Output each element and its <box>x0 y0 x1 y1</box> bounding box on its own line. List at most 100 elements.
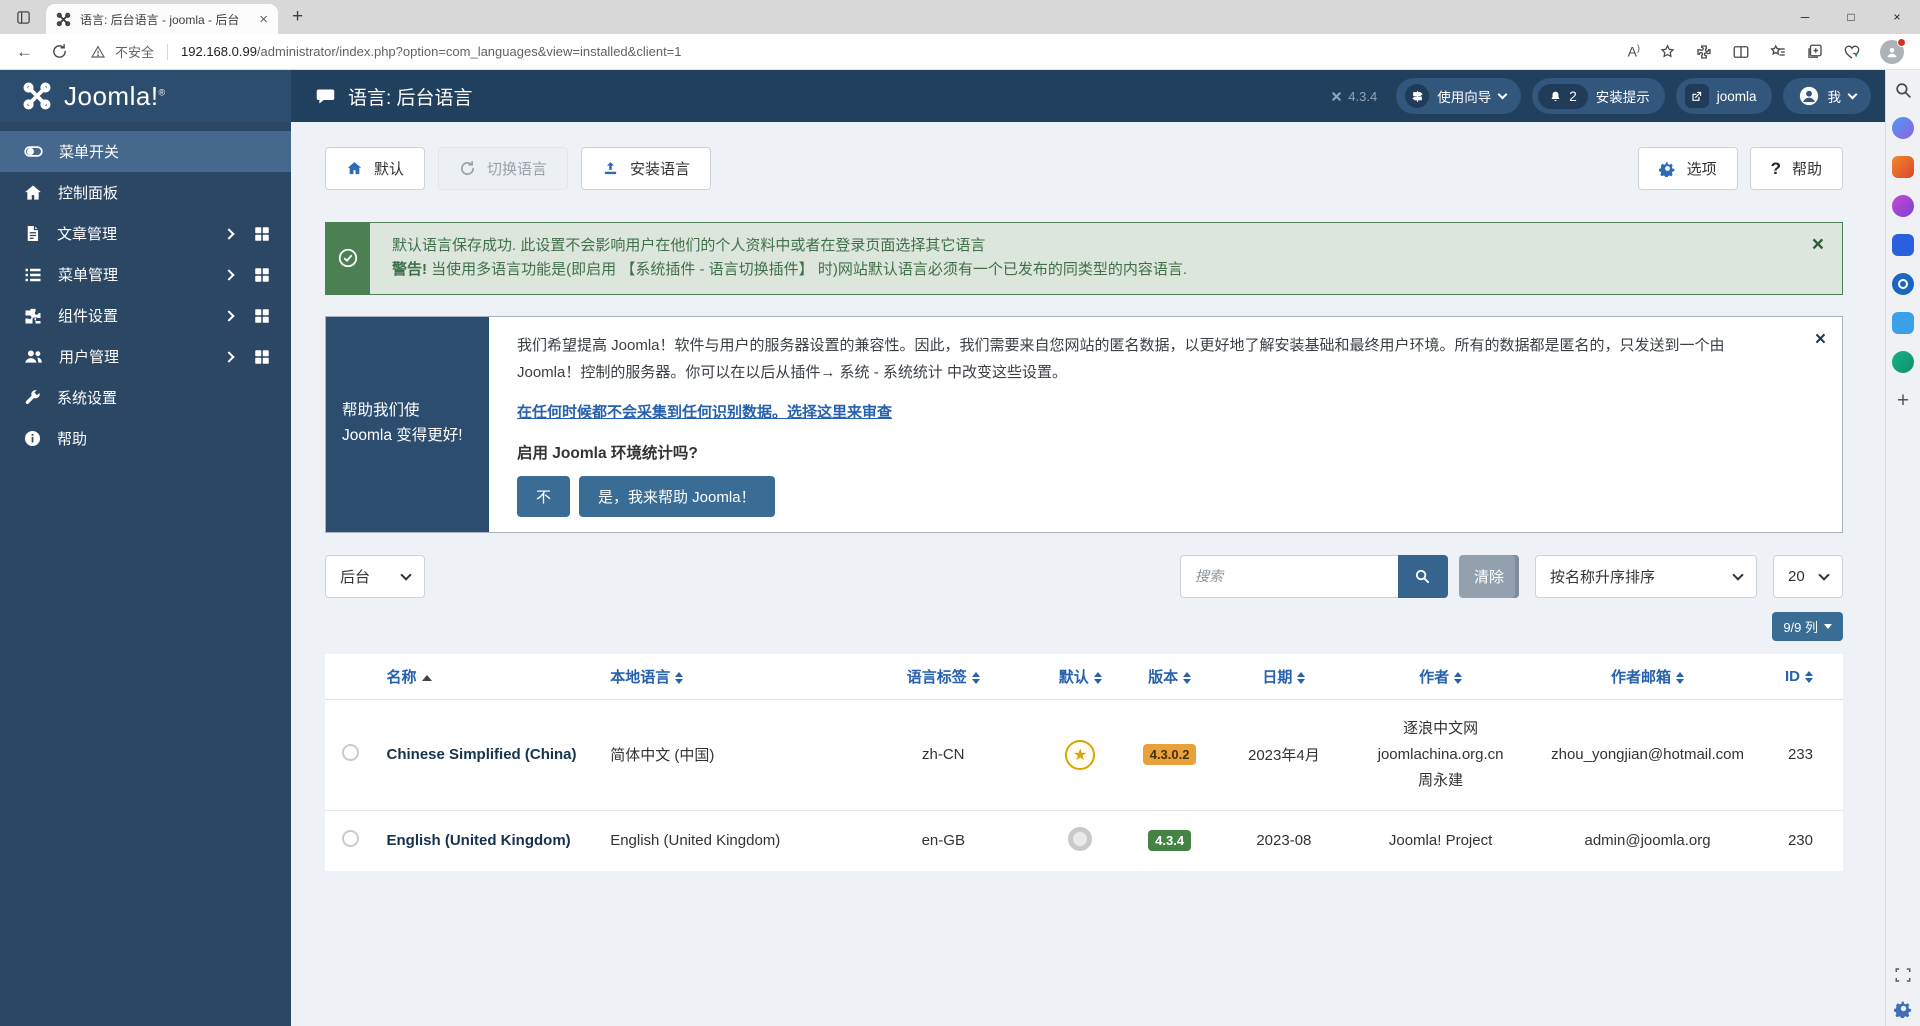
row-radio[interactable] <box>342 830 359 847</box>
set-default-icon[interactable] <box>1068 827 1092 851</box>
new-tab-button[interactable]: + <box>292 0 303 34</box>
user-menu-button[interactable]: 我 <box>1783 78 1872 114</box>
chevron-down-icon <box>1732 569 1743 580</box>
language-date: 2023-08 <box>1207 810 1361 871</box>
stats-consent-panel: 帮助我们使 Joomla 变得更好! 我们希望提高 Joomla！软件与用户的服… <box>325 316 1843 533</box>
microsoft-365-icon[interactable] <box>1892 234 1914 256</box>
bell-icon <box>1549 90 1562 103</box>
sidebar-item-users[interactable]: 用户管理 <box>0 336 291 377</box>
client-select[interactable]: 后台 <box>325 555 425 598</box>
browser-essentials-icon[interactable] <box>1843 43 1861 61</box>
window-minimize-button[interactable]: ─ <box>1782 0 1828 34</box>
help-button[interactable]: ? 帮助 <box>1750 147 1843 190</box>
language-author: 逐浪中文网 joomlachina.org.cn 周永建 <box>1371 716 1510 794</box>
column-header-author[interactable]: 作者 <box>1361 654 1520 700</box>
browser-profile-avatar[interactable] <box>1880 40 1904 64</box>
back-icon[interactable]: ← <box>16 43 33 60</box>
chevron-right-icon[interactable] <box>223 351 234 362</box>
copilot-icon[interactable] <box>1892 117 1914 139</box>
upload-icon <box>602 160 619 177</box>
question-icon: ? <box>1771 159 1781 179</box>
window-maximize-button[interactable]: □ <box>1828 0 1874 34</box>
language-native: 简体中文 (中国) <box>600 699 858 810</box>
install-language-button[interactable]: 安装语言 <box>581 147 711 190</box>
post-install-messages-button[interactable]: 2 安装提示 <box>1532 78 1665 114</box>
grid-icon[interactable] <box>253 348 271 366</box>
column-header-id[interactable]: ID <box>1775 654 1843 700</box>
columns-button[interactable]: 9/9 列 <box>1772 612 1843 641</box>
version-badge: 4.3.4 <box>1148 830 1191 851</box>
favorites-bar-icon[interactable] <box>1769 43 1787 61</box>
screenshot-icon[interactable] <box>1894 966 1912 984</box>
address-field[interactable]: 不安全 192.168.0.99/administrator/index.php… <box>90 42 1610 61</box>
filter-bar: 后台 清除 按名称升序排序 20 <box>325 555 1843 598</box>
version-label: 4.3.4 <box>1330 89 1377 104</box>
collections-icon[interactable] <box>1806 43 1824 61</box>
column-header-tag[interactable]: 语言标签 <box>859 654 1028 700</box>
outlook-icon[interactable] <box>1892 273 1914 295</box>
designer-icon[interactable] <box>1892 351 1914 373</box>
wrench-icon <box>23 388 42 407</box>
sidebar-item-articles[interactable]: 文章管理 <box>0 213 291 254</box>
alert-warning: 警告! 当使用多语言功能是(即启用 【系统插件 - 语言切换插件】 时)网站默认… <box>392 258 1187 282</box>
add-app-icon[interactable]: + <box>1897 390 1909 411</box>
default-button[interactable]: 默认 <box>325 147 425 190</box>
sort-icon <box>675 672 683 684</box>
view-site-button[interactable]: joomla <box>1676 78 1772 114</box>
shopping-icon[interactable] <box>1892 156 1914 178</box>
browser-tab[interactable]: 语言: 后台语言 - joomla - 后台 × <box>46 4 278 34</box>
chevron-right-icon[interactable] <box>223 310 234 321</box>
joomla-logo: Joomla!® <box>0 70 291 122</box>
stats-review-link[interactable]: 在任何时候都不会采集到任何识别数据。选择这里来审查 <box>517 401 892 422</box>
column-header-native[interactable]: 本地语言 <box>600 654 858 700</box>
sort-select[interactable]: 按名称升序排序 <box>1535 555 1757 598</box>
stats-close-icon[interactable]: × <box>1815 329 1826 351</box>
guided-tour-button[interactable]: 使用向导 <box>1396 78 1521 114</box>
sort-asc-icon <box>422 675 432 681</box>
admin-sidebar: 菜单开关 控制面板 文章管理 菜单管理 组件设置 <box>0 122 291 1026</box>
alert-close-icon[interactable]: × <box>1812 233 1824 257</box>
sidebar-item-components[interactable]: 组件设置 <box>0 295 291 336</box>
drop-icon[interactable] <box>1892 312 1914 334</box>
split-screen-icon[interactable] <box>1732 43 1750 61</box>
stats-no-button[interactable]: 不 <box>517 476 570 517</box>
search-input[interactable] <box>1180 555 1398 598</box>
column-header-name[interactable]: 名称 <box>377 654 601 700</box>
search-button[interactable] <box>1398 555 1448 598</box>
row-radio[interactable] <box>342 744 359 761</box>
sidebar-item-help[interactable]: 帮助 <box>0 418 291 459</box>
extensions-puzzle-icon[interactable] <box>1695 43 1713 61</box>
sidebar-item-control-panel[interactable]: 控制面板 <box>0 172 291 213</box>
default-star-icon[interactable]: ★ <box>1065 740 1095 770</box>
column-header-date[interactable]: 日期 <box>1207 654 1361 700</box>
grid-icon[interactable] <box>253 307 271 325</box>
options-button[interactable]: 选项 <box>1638 147 1738 190</box>
bookmark-star-icon[interactable] <box>1659 43 1676 60</box>
sidebar-item-menu-toggle[interactable]: 菜单开关 <box>0 131 291 172</box>
settings-gear-icon[interactable] <box>1894 999 1913 1018</box>
window-close-button[interactable]: × <box>1874 0 1920 34</box>
column-header-author-email[interactable]: 作者邮箱 <box>1520 654 1775 700</box>
grid-icon[interactable] <box>253 266 271 284</box>
chevron-right-icon[interactable] <box>223 228 234 239</box>
stats-yes-button[interactable]: 是，我来帮助 Joomla！ <box>579 476 775 517</box>
puzzle-icon <box>23 306 43 326</box>
sidebar-item-system[interactable]: 系统设置 <box>0 377 291 418</box>
language-author-email: zhou_yongjian@hotmail.com <box>1520 699 1775 810</box>
sort-icon <box>1676 672 1684 684</box>
tab-close-icon[interactable]: × <box>259 12 268 27</box>
tab-actions-icon[interactable] <box>0 0 46 34</box>
limit-select[interactable]: 20 <box>1773 555 1843 598</box>
clear-button[interactable]: 清除 <box>1459 555 1519 598</box>
sidebar-search-icon[interactable] <box>1894 81 1913 100</box>
column-header-default[interactable]: 默认 <box>1028 654 1132 700</box>
admin-header: Joomla!® 语言: 后台语言 4.3.4 使用向导 2 安装提示 <box>0 70 1885 122</box>
chevron-right-icon[interactable] <box>223 269 234 280</box>
read-aloud-icon[interactable]: A) <box>1628 43 1640 60</box>
games-icon[interactable] <box>1892 195 1914 217</box>
refresh-icon[interactable] <box>51 43 68 60</box>
column-header-version[interactable]: 版本 <box>1132 654 1206 700</box>
grid-icon[interactable] <box>253 225 271 243</box>
sidebar-item-label: 文章管理 <box>57 223 117 244</box>
sidebar-item-menus[interactable]: 菜单管理 <box>0 254 291 295</box>
